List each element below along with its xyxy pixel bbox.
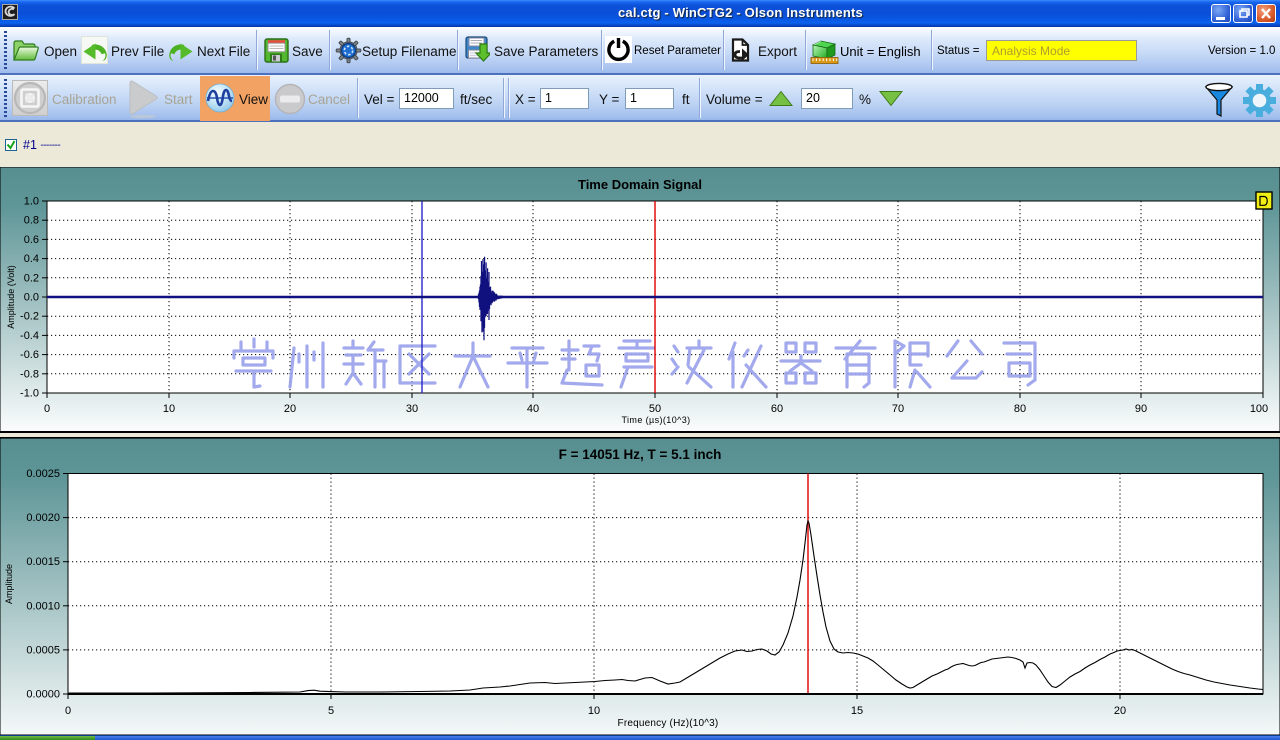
svg-text:10: 10 bbox=[163, 403, 175, 415]
svg-text:0.8: 0.8 bbox=[24, 215, 39, 227]
svg-text:0.0000: 0.0000 bbox=[26, 689, 60, 701]
svg-text:10: 10 bbox=[588, 705, 600, 717]
svg-text:0.0015: 0.0015 bbox=[26, 556, 60, 568]
svg-text:50: 50 bbox=[649, 403, 661, 415]
svg-text:100: 100 bbox=[1250, 403, 1268, 415]
svg-text:60: 60 bbox=[771, 403, 783, 415]
svg-text:1.0: 1.0 bbox=[24, 196, 39, 208]
svg-text:-0.6: -0.6 bbox=[20, 349, 39, 361]
svg-text:0.0005: 0.0005 bbox=[26, 644, 60, 656]
svg-text:0.0: 0.0 bbox=[24, 292, 39, 304]
svg-text:-1.0: -1.0 bbox=[20, 388, 39, 400]
svg-text:-0.4: -0.4 bbox=[20, 330, 39, 342]
svg-text:0.0025: 0.0025 bbox=[26, 468, 60, 480]
svg-text:Time (µs)(10^3): Time (µs)(10^3) bbox=[621, 415, 690, 425]
svg-text:0.4: 0.4 bbox=[24, 253, 39, 265]
svg-text:15: 15 bbox=[851, 705, 863, 717]
svg-text:Amplitude (Volt): Amplitude (Volt) bbox=[6, 265, 16, 329]
svg-text:30: 30 bbox=[406, 403, 418, 415]
svg-text:0.2: 0.2 bbox=[24, 272, 39, 284]
svg-text:40: 40 bbox=[527, 403, 539, 415]
svg-text:90: 90 bbox=[1135, 403, 1147, 415]
svg-text:0.6: 0.6 bbox=[24, 234, 39, 246]
svg-text:5: 5 bbox=[328, 705, 334, 717]
svg-text:0: 0 bbox=[44, 403, 50, 415]
svg-text:0.0010: 0.0010 bbox=[26, 600, 60, 612]
svg-text:80: 80 bbox=[1014, 403, 1026, 415]
svg-text:0.0020: 0.0020 bbox=[26, 512, 60, 524]
svg-text:-0.2: -0.2 bbox=[20, 311, 39, 323]
svg-text:Frequency (Hz)(10^3): Frequency (Hz)(10^3) bbox=[618, 718, 719, 729]
svg-text:20: 20 bbox=[284, 403, 296, 415]
svg-text:70: 70 bbox=[892, 403, 904, 415]
svg-text:0: 0 bbox=[65, 705, 71, 717]
svg-text:F = 14051 Hz, T = 5.1 inch: F = 14051 Hz, T = 5.1 inch bbox=[559, 447, 722, 462]
svg-text:Time Domain Signal: Time Domain Signal bbox=[578, 177, 702, 192]
svg-text:Amplitude: Amplitude bbox=[4, 564, 14, 604]
svg-text:-0.8: -0.8 bbox=[20, 368, 39, 380]
svg-text:20: 20 bbox=[1114, 705, 1126, 717]
